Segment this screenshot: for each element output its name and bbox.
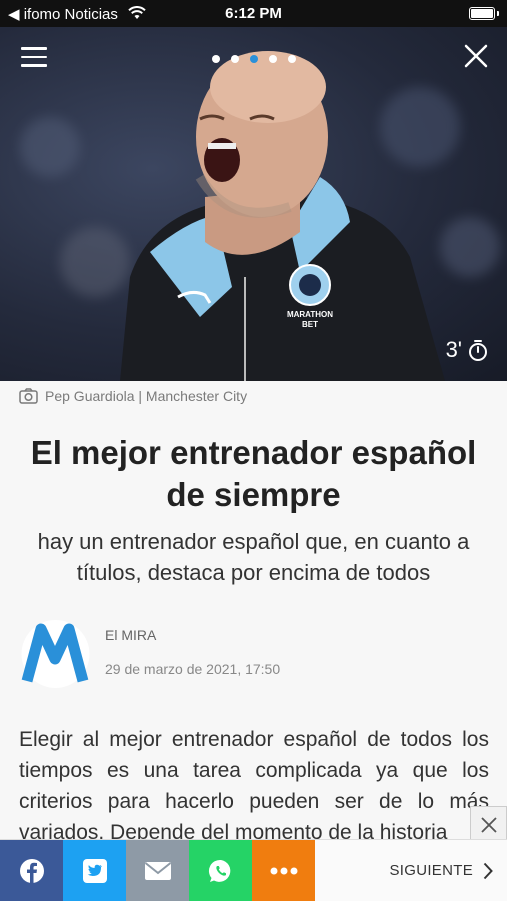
author-name[interactable]: El MIRA: [105, 627, 156, 643]
twitter-icon: [82, 858, 107, 883]
whatsapp-icon: [208, 859, 230, 882]
camera-icon: [19, 388, 38, 404]
close-ad-button[interactable]: [470, 806, 507, 843]
svg-text:BET: BET: [302, 320, 318, 329]
pagination-dot-active[interactable]: [250, 55, 258, 63]
share-facebook-button[interactable]: [0, 840, 63, 901]
close-icon: [480, 816, 497, 833]
read-time-value: 3': [445, 337, 462, 362]
stopwatch-icon: [469, 340, 487, 361]
share-bar: SIGUIENTE: [0, 839, 507, 901]
publish-date: 29 de marzo de 2021, 17:50: [105, 661, 281, 677]
image-caption: Pep Guardiola | Manchester City: [19, 388, 247, 404]
pagination-dot[interactable]: [212, 55, 220, 63]
next-article-button[interactable]: SIGUIENTE: [315, 840, 507, 901]
gallery-pagination: [212, 55, 296, 63]
mail-icon: [144, 861, 171, 880]
share-more-button[interactable]: [252, 840, 315, 901]
caption-text: Pep Guardiola | Manchester City: [45, 388, 248, 404]
hero-image[interactable]: MARATHON BET 3': [0, 27, 507, 381]
chevron-right-icon: [483, 862, 493, 879]
pagination-dot[interactable]: [231, 55, 239, 63]
close-icon[interactable]: [463, 43, 489, 69]
svg-text:MARATHON: MARATHON: [287, 310, 333, 319]
read-time: 3': [446, 337, 488, 363]
share-mail-button[interactable]: [126, 840, 189, 901]
article-subtitle: hay un entrenador español que, en cuanto…: [37, 529, 470, 585]
status-bar: ◀ ifomo Noticias 6:12 PM: [0, 0, 507, 27]
share-twitter-button[interactable]: [63, 840, 126, 901]
menu-icon[interactable]: [21, 47, 47, 67]
status-time: 6:12 PM: [225, 5, 282, 22]
pagination-dot[interactable]: [288, 55, 296, 63]
article-body: Elegir al mejor entrenador español de to…: [19, 728, 489, 844]
next-label: SIGUIENTE: [389, 862, 473, 879]
more-icon: [270, 867, 297, 874]
author-block: El MIRA 29 de marzo de 2021, 17:50: [19, 617, 489, 689]
article-title: El mejor entrenador español de siempre: [30, 434, 477, 513]
share-whatsapp-button[interactable]: [189, 840, 252, 901]
coach-photo: MARATHON BET: [120, 51, 445, 381]
battery-icon: [469, 7, 495, 20]
facebook-icon: [19, 858, 44, 883]
pagination-dot[interactable]: [269, 55, 277, 63]
publisher-logo[interactable]: [19, 619, 92, 689]
